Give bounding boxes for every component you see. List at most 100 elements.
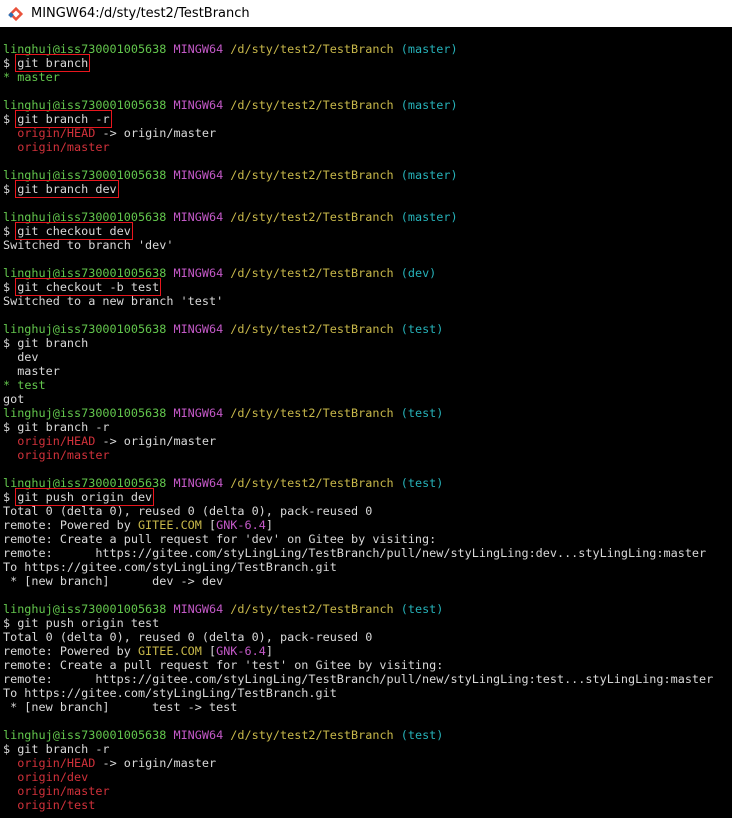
terminal-text: origin/dev	[17, 770, 89, 784]
terminal-text: linghuj@iss730001005638	[3, 406, 167, 420]
terminal-line: linghuj@iss730001005638 MINGW64 /d/sty/t…	[3, 168, 732, 182]
terminal-text: /d/sty/test2/TestBranch	[230, 168, 394, 182]
terminal-text: linghuj@iss730001005638	[3, 322, 167, 336]
terminal-line: To https://gitee.com/styLingLing/TestBra…	[3, 686, 732, 700]
terminal-text: remote: https://gitee.com/styLingLing/Te…	[3, 672, 714, 686]
terminal-text: (dev)	[400, 266, 437, 280]
terminal-text: GNK-6.4	[216, 644, 266, 658]
terminal-line: linghuj@iss730001005638 MINGW64 /d/sty/t…	[3, 728, 732, 742]
terminal-text: origin/master	[17, 448, 110, 462]
terminal-text: linghuj@iss730001005638	[3, 168, 167, 182]
terminal-text: GNK-6.4	[216, 518, 266, 532]
terminal-text: Total 0 (delta 0), reused 0 (delta 0), p…	[3, 630, 373, 644]
terminal-line: Total 0 (delta 0), reused 0 (delta 0), p…	[3, 504, 732, 518]
terminal-line: $ git branch dev	[3, 180, 732, 198]
terminal-text: $	[3, 182, 18, 196]
terminal-line: master	[3, 364, 732, 378]
terminal-line: $ git branch	[3, 336, 732, 350]
terminal-line: origin/HEAD -> origin/master	[3, 756, 732, 770]
terminal-line: dev	[3, 350, 732, 364]
terminal-text: origin/master	[17, 140, 110, 154]
terminal-text: (master)	[400, 98, 458, 112]
terminal-text: /d/sty/test2/TestBranch	[230, 98, 394, 112]
terminal-line: remote: Powered by GITEE.COM [GNK-6.4]	[3, 518, 732, 532]
terminal-text: /d/sty/test2/TestBranch	[230, 728, 394, 742]
terminal-text: * [new branch] test -> test	[3, 700, 238, 714]
terminal-line: origin/HEAD -> origin/master	[3, 126, 732, 140]
terminal-text: GITEE.COM	[137, 644, 202, 658]
terminal-line: $ git branch	[3, 54, 732, 72]
terminal-text: $	[3, 280, 18, 294]
terminal-line: Total 0 (delta 0), reused 0 (delta 0), p…	[3, 630, 732, 644]
terminal-line: $ git push origin dev	[3, 488, 732, 506]
terminal-text: MINGW64	[173, 476, 224, 490]
terminal-text: Total 0 (delta 0), reused 0 (delta 0), p…	[3, 504, 373, 518]
terminal-text: remote: Create a pull request for 'test'…	[3, 658, 444, 672]
terminal-text: MINGW64	[173, 602, 224, 616]
terminal-line: linghuj@iss730001005638 MINGW64 /d/sty/t…	[3, 406, 732, 420]
terminal-text: got	[3, 392, 25, 406]
terminal-text: (test)	[400, 728, 444, 742]
terminal-text: (test)	[400, 476, 444, 490]
terminal-line: linghuj@iss730001005638 MINGW64 /d/sty/t…	[3, 476, 732, 490]
terminal-line: linghuj@iss730001005638 MINGW64 /d/sty/t…	[3, 322, 732, 336]
terminal-text: -> origin/master	[95, 434, 217, 448]
terminal-text: /d/sty/test2/TestBranch	[230, 406, 394, 420]
terminal-text: (test)	[400, 602, 444, 616]
terminal-line: $ git branch -r	[3, 420, 732, 434]
terminal-text: linghuj@iss730001005638	[3, 602, 167, 616]
title-bar[interactable]: MINGW64:/d/sty/test2/TestBranch	[0, 0, 732, 27]
terminal-text: MINGW64	[173, 266, 224, 280]
terminal-line: origin/HEAD -> origin/master	[3, 434, 732, 448]
highlighted-command: git branch -r	[15, 110, 112, 128]
terminal-line: remote: Powered by GITEE.COM [GNK-6.4]	[3, 644, 732, 658]
terminal-text: (master)	[400, 168, 458, 182]
terminal-line: origin/master	[3, 784, 732, 798]
terminal-line: linghuj@iss730001005638 MINGW64 /d/sty/t…	[3, 266, 732, 280]
terminal-text: (master)	[400, 210, 458, 224]
terminal-text: origin/HEAD	[17, 756, 96, 770]
terminal-text: MINGW64	[173, 728, 224, 742]
terminal-text: MINGW64	[173, 168, 224, 182]
terminal-text: origin/HEAD	[17, 126, 96, 140]
git-bash-icon	[8, 6, 24, 21]
terminal-text: -> origin/master	[95, 756, 217, 770]
terminal-text: remote: Powered by	[3, 518, 138, 532]
terminal-text: origin/master	[17, 784, 110, 798]
terminal-line: $ git branch -r	[3, 742, 732, 756]
terminal-line: remote: Create a pull request for 'test'…	[3, 658, 732, 672]
terminal-window: MINGW64:/d/sty/test2/TestBranch linghuj@…	[0, 0, 732, 818]
terminal-text: $	[3, 224, 18, 238]
terminal-text: MINGW64	[173, 98, 224, 112]
terminal-line: origin/master	[3, 448, 732, 462]
terminal-line: Switched to branch 'dev'	[3, 238, 732, 252]
terminal-text: /d/sty/test2/TestBranch	[230, 210, 394, 224]
terminal-line: * master	[3, 70, 732, 84]
terminal-line: remote: Create a pull request for 'dev' …	[3, 532, 732, 546]
terminal-line: got	[3, 392, 732, 406]
terminal-output[interactable]: linghuj@iss730001005638 MINGW64 /d/sty/t…	[3, 42, 732, 812]
terminal-text: /d/sty/test2/TestBranch	[230, 602, 394, 616]
terminal-text: $ git branch	[3, 336, 89, 350]
highlighted-command: git push origin dev	[15, 488, 155, 506]
terminal-text: * [new branch] dev -> dev	[3, 574, 224, 588]
terminal-text: (test)	[400, 322, 444, 336]
terminal-text: *	[3, 70, 18, 84]
terminal-text: remote: Create a pull request for 'dev' …	[3, 532, 437, 546]
terminal-line: linghuj@iss730001005638 MINGW64 /d/sty/t…	[3, 98, 732, 112]
